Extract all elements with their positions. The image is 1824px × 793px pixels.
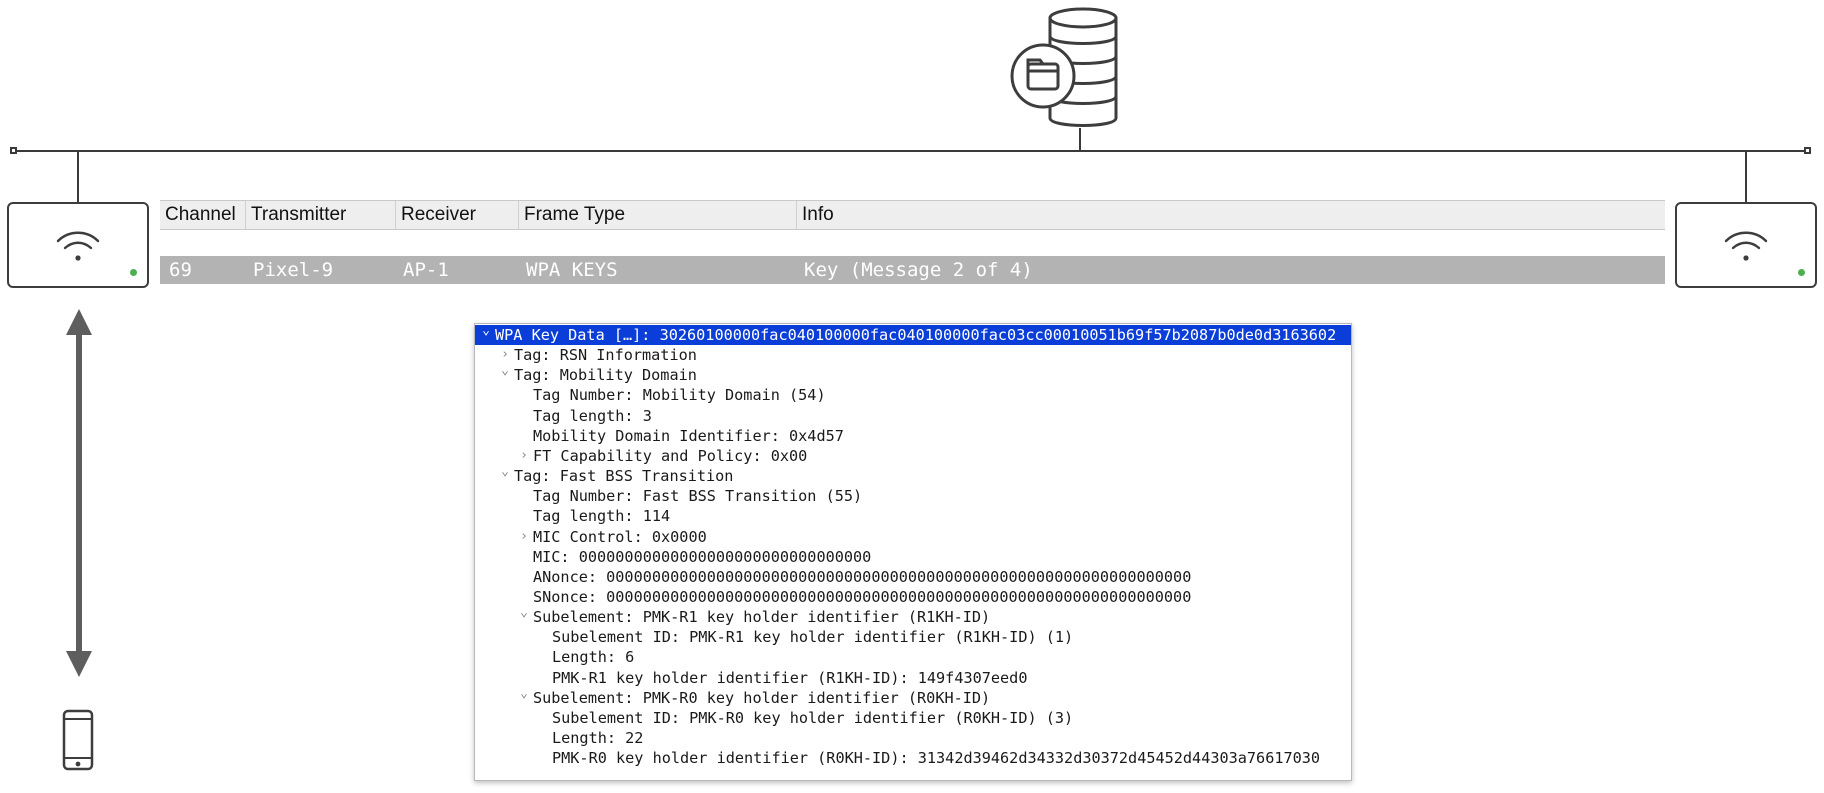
tree-node[interactable]: ⌄ Tag: Fast BSS Transition <box>475 464 1351 486</box>
cell-receiver: AP-1 <box>403 259 449 281</box>
tree-node-label: PMK-R1 key holder identifier (R1KH-ID): … <box>552 668 1028 687</box>
tree-leaf[interactable]: MIC: 00000000000000000000000000000000 <box>475 547 1351 567</box>
column-header-receiver[interactable]: Receiver <box>395 201 518 229</box>
column-header-info[interactable]: Info <box>796 201 1665 229</box>
tree-leaf[interactable]: Subelement ID: PMK-R1 key holder identif… <box>475 627 1351 647</box>
cell-info: Key (Message 2 of 4) <box>804 259 1033 281</box>
wifi-icon <box>56 231 100 261</box>
tree-node[interactable]: › MIC Control: 0x0000 <box>475 527 1351 547</box>
tree-node-label: Subelement: PMK-R1 key holder identifier… <box>533 608 991 627</box>
server-link-line <box>1079 128 1081 152</box>
tree-leaf[interactable]: PMK-R1 key holder identifier (R1KH-ID): … <box>475 668 1351 688</box>
tree-node[interactable]: ⌄ WPA Key Data […]: 30260100000fac0401000… <box>475 324 1351 345</box>
tree-node-label: MIC: 00000000000000000000000000000000 <box>533 547 872 566</box>
packet-row[interactable]: 69 Pixel-9 AP-1 WPA KEYS Key (Message 2 … <box>160 256 1665 284</box>
access-point-right[interactable] <box>1675 202 1817 288</box>
tree-node-label: MIC Control: 0x0000 <box>533 527 707 546</box>
cell-transmitter: Pixel-9 <box>253 259 334 281</box>
column-header-transmitter[interactable]: Transmitter <box>245 201 395 229</box>
tree-node[interactable]: ⌄ Subelement: PMK-R1 key holder identifie… <box>475 605 1351 627</box>
database-icon <box>1010 4 1122 130</box>
smartphone-icon[interactable] <box>62 709 94 771</box>
tree-node-label: ANonce: 00000000000000000000000000000000… <box>533 567 1192 586</box>
status-led <box>130 269 137 276</box>
tree-leaf[interactable]: Subelement ID: PMK-R0 key holder identif… <box>475 708 1351 728</box>
packet-detail-tree: ⌄ WPA Key Data […]: 30260100000fac0401000… <box>474 323 1352 781</box>
tree-leaf[interactable]: Tag length: 114 <box>475 506 1351 526</box>
tree-node-label: Subelement ID: PMK-R1 key holder identif… <box>552 628 1074 647</box>
chevron-down-icon[interactable]: ⌄ <box>517 603 531 623</box>
tree-node-label: Tag length: 3 <box>533 406 652 425</box>
tree-node-label: FT Capability and Policy: 0x00 <box>533 446 808 465</box>
tree-node[interactable]: › Tag: RSN Information <box>475 345 1351 365</box>
tree-leaf[interactable]: Mobility Domain Identifier: 0x4d57 <box>475 426 1351 446</box>
tree-node-label: Mobility Domain Identifier: 0x4d57 <box>533 426 844 445</box>
chevron-down-icon[interactable]: ⌄ <box>498 462 512 482</box>
chevron-right-icon[interactable]: › <box>517 446 531 466</box>
tree-node-label: Subelement ID: PMK-R0 key holder identif… <box>552 708 1074 727</box>
backbone-left-end <box>10 147 17 154</box>
ap-left-link-line <box>77 151 79 202</box>
cell-frame-type: WPA KEYS <box>526 259 618 281</box>
tree-node-label: Tag: Fast BSS Transition <box>514 467 734 486</box>
column-header-channel[interactable]: Channel <box>160 201 245 229</box>
chevron-down-icon[interactable]: ⌄ <box>498 361 512 381</box>
network-backbone <box>14 150 1810 152</box>
wifi-icon <box>1724 231 1768 261</box>
double-arrow-icon <box>62 307 96 679</box>
status-led <box>1798 269 1805 276</box>
tree-node-label: Tag Number: Mobility Domain (54) <box>533 386 826 405</box>
access-point-left[interactable] <box>7 202 149 288</box>
tree-node-label: PMK-R0 key holder identifier (R0KH-ID): … <box>552 749 1321 768</box>
packet-list-header: Channel Transmitter Receiver Frame Type … <box>160 200 1665 230</box>
tree-node-label: Tag length: 114 <box>533 507 671 526</box>
tree-leaf[interactable]: Length: 6 <box>475 647 1351 667</box>
tree-leaf[interactable]: SNonce: 00000000000000000000000000000000… <box>475 587 1351 607</box>
tree-node-label: Subelement: PMK-R0 key holder identifier… <box>533 688 991 707</box>
tree-leaf[interactable]: ANonce: 00000000000000000000000000000000… <box>475 567 1351 587</box>
tree-node-label: WPA Key Data […]: 30260100000fac04010000… <box>495 326 1337 344</box>
tree-node-label: Tag Number: Fast BSS Transition (55) <box>533 487 863 506</box>
tree-leaf[interactable]: Tag Number: Fast BSS Transition (55) <box>475 486 1351 506</box>
tree-node-label: Tag: Mobility Domain <box>514 366 697 385</box>
tree-node-label: Length: 6 <box>552 648 635 667</box>
tree-node-label: SNonce: 00000000000000000000000000000000… <box>533 587 1192 606</box>
tree-node[interactable]: ⌄ Tag: Mobility Domain <box>475 363 1351 385</box>
tree-node-label: Tag: RSN Information <box>514 346 697 365</box>
chevron-down-icon[interactable]: ⌄ <box>517 684 531 704</box>
tree-node[interactable]: ⌄ Subelement: PMK-R0 key holder identifie… <box>475 686 1351 708</box>
chevron-right-icon[interactable]: › <box>517 527 531 547</box>
tree-node-label: Length: 22 <box>552 729 644 747</box>
chevron-down-icon[interactable]: ⌄ <box>479 324 493 341</box>
ap-right-link-line <box>1745 151 1747 202</box>
tree-leaf[interactable]: Tag Number: Mobility Domain (54) <box>475 385 1351 405</box>
tree-leaf[interactable]: PMK-R0 key holder identifier (R0KH-ID): … <box>475 748 1351 768</box>
tree-leaf[interactable]: Length: 22 <box>475 728 1351 748</box>
tree-node[interactable]: › FT Capability and Policy: 0x00 <box>475 446 1351 466</box>
column-header-frame-type[interactable]: Frame Type <box>518 201 796 229</box>
cell-channel: 69 <box>169 259 192 281</box>
tree-leaf[interactable]: Tag length: 3 <box>475 406 1351 426</box>
backbone-right-end <box>1804 147 1811 154</box>
